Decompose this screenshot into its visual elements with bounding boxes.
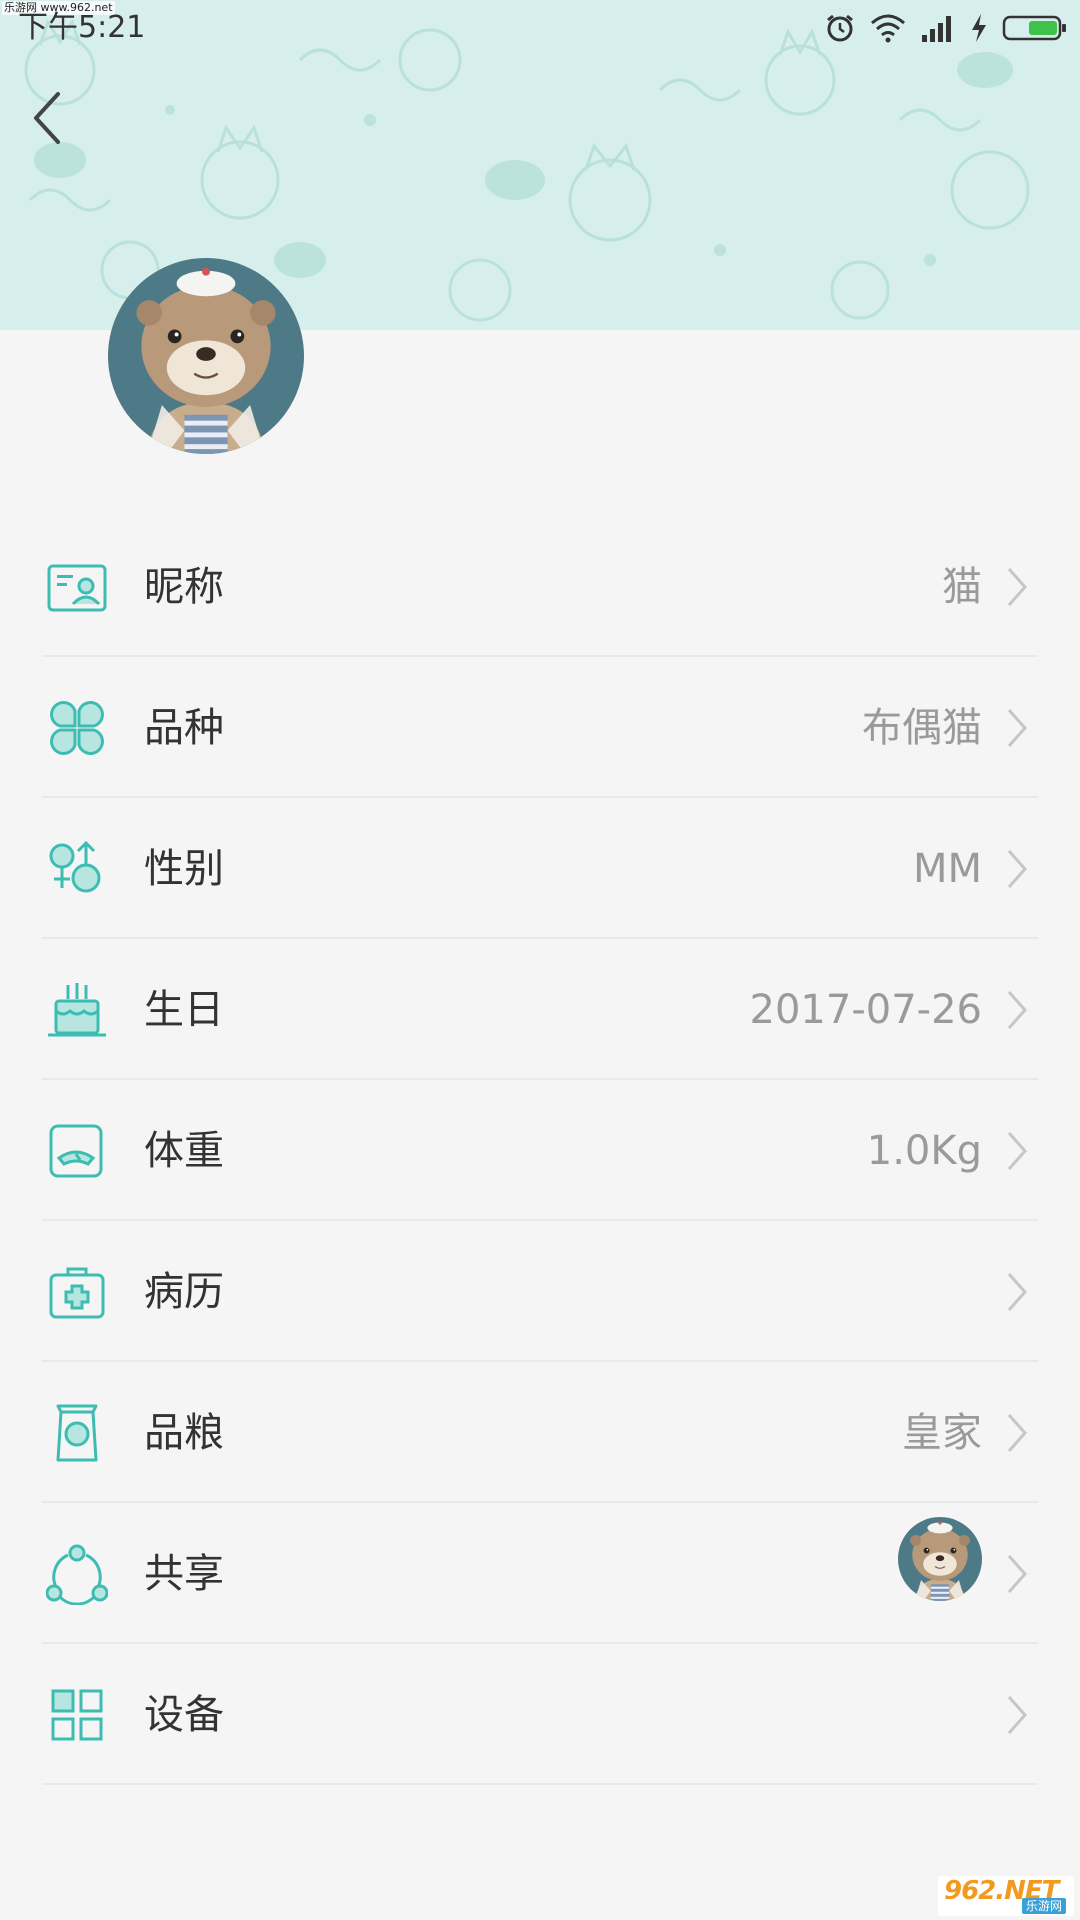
row-label: 性别 <box>144 846 224 892</box>
chevron-right-icon <box>1007 1132 1028 1170</box>
divider <box>42 1783 1038 1785</box>
chevron-right-icon <box>1007 568 1028 606</box>
chevron-right-icon <box>1007 991 1028 1029</box>
breed-row[interactable]: 品种 布偶猫 <box>0 657 1080 798</box>
row-value: 1.0Kg <box>866 1128 982 1174</box>
birthday-row[interactable]: 生日 2017-07-26 <box>0 939 1080 1080</box>
chevron-right-icon <box>1007 709 1028 747</box>
otter-avatar-icon <box>898 1517 982 1601</box>
signal-icon <box>922 16 951 42</box>
row-label: 病历 <box>144 1269 224 1315</box>
row-label: 体重 <box>144 1128 224 1174</box>
row-value: 2017-07-26 <box>749 987 982 1033</box>
chevron-right-icon <box>1007 1696 1028 1734</box>
row-value: 布偶猫 <box>862 705 982 751</box>
food-bag-icon <box>46 1402 108 1464</box>
wifi-icon <box>871 14 905 43</box>
share-row[interactable]: 共享 <box>0 1503 1080 1644</box>
cake-icon <box>46 979 108 1041</box>
chevron-right-icon <box>1007 1414 1028 1452</box>
status-bar: 乐游网 www.962.net 下午5:21 <box>0 0 1080 56</box>
row-label: 设备 <box>144 1692 224 1738</box>
id-card-icon <box>46 556 108 618</box>
devices-row[interactable]: 设备 <box>0 1644 1080 1785</box>
charging-icon <box>972 14 986 42</box>
clover-icon <box>46 697 108 759</box>
row-label: 品粮 <box>144 1410 224 1456</box>
medical-records-row[interactable]: 病历 <box>0 1221 1080 1362</box>
row-value: MM <box>912 846 982 892</box>
row-label: 昵称 <box>144 564 224 610</box>
back-button[interactable] <box>24 86 74 150</box>
share-icon <box>46 1543 108 1605</box>
watermark-subtext: 乐游网 <box>1021 1898 1066 1914</box>
row-label: 生日 <box>144 987 224 1033</box>
alarm-icon <box>827 14 853 42</box>
otter-avatar-icon <box>108 258 304 454</box>
row-label: 共享 <box>144 1551 224 1597</box>
profile-list: 昵称 猫 品种 布偶猫 性别 MM 生日 2017-07-26 体重 1.0Kg… <box>0 516 1080 1785</box>
status-time: 下午5:21 <box>18 10 146 45</box>
row-value: 皇家 <box>902 1410 982 1456</box>
battery-icon <box>1002 15 1066 41</box>
gender-row[interactable]: 性别 MM <box>0 798 1080 939</box>
pet-avatar[interactable] <box>108 258 304 454</box>
chevron-right-icon <box>1007 850 1028 888</box>
medical-kit-icon <box>46 1261 108 1323</box>
site-watermark: 962.NET 乐游网 <box>938 1876 1074 1916</box>
row-label: 品种 <box>144 705 224 751</box>
grid-icon <box>46 1684 108 1746</box>
row-value: 猫 <box>942 564 982 610</box>
nickname-row[interactable]: 昵称 猫 <box>0 516 1080 657</box>
gender-icon <box>46 838 108 900</box>
chevron-right-icon <box>1007 1555 1028 1593</box>
shared-user-avatar <box>898 1517 982 1601</box>
chevron-right-icon <box>1007 1273 1028 1311</box>
food-row[interactable]: 品粮 皇家 <box>0 1362 1080 1503</box>
weight-row[interactable]: 体重 1.0Kg <box>0 1080 1080 1221</box>
status-icons <box>824 10 1068 46</box>
scale-icon <box>46 1120 108 1182</box>
